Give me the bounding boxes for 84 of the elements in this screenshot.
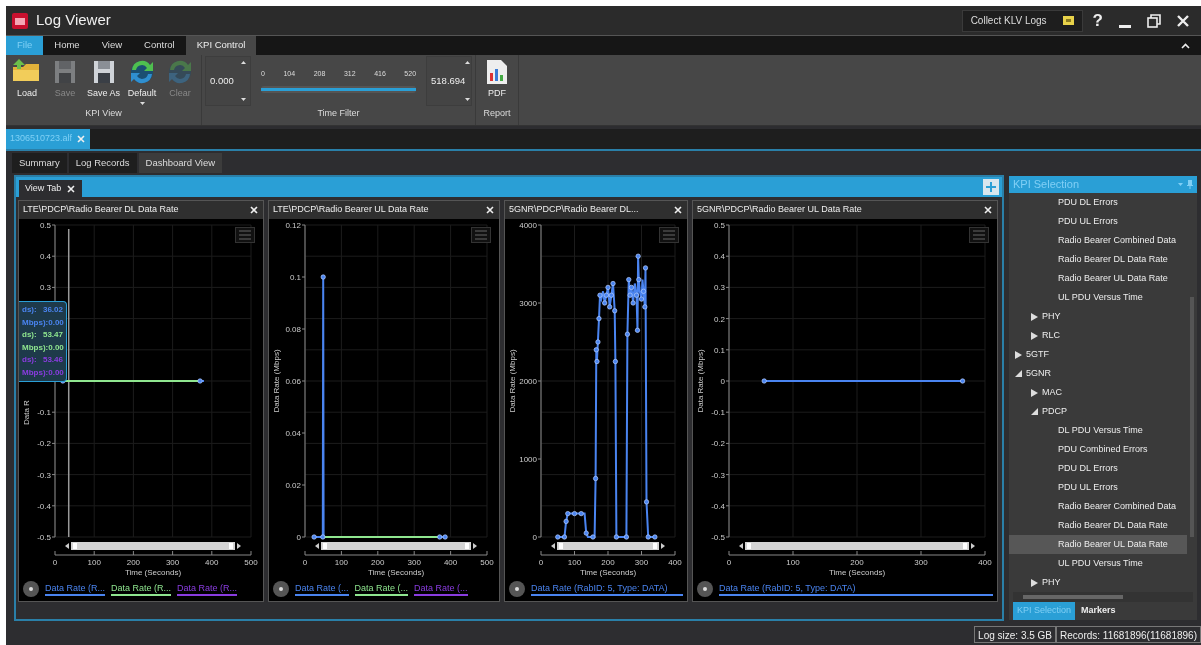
tooltip-label: Mbps): (22, 316, 49, 329)
axis-tick-label: 0 (302, 558, 308, 567)
axis-tick-label: 400 (668, 558, 682, 567)
axis-title: Time (Seconds) (124, 568, 182, 577)
axis-title: Time (Seconds) (579, 568, 637, 577)
tooltip-label: ds): (22, 304, 37, 316)
group-label: Report (482, 107, 512, 121)
axis-tick-label: 300 (407, 558, 421, 567)
axis-tick-label: 200 (601, 558, 615, 567)
axis-tick-label: 100 (87, 558, 101, 567)
tooltip-value: 0.00 (48, 316, 64, 329)
axis-tick-label: -0.1 (711, 408, 725, 418)
tooltip-value: 36.02 (42, 304, 63, 316)
axis-tick-label: 300 (165, 558, 180, 567)
axis-tick-label: 4000 (519, 221, 537, 230)
axis-tick-label: 0.4 (39, 252, 51, 262)
axis-tick-label: 0.3 (713, 283, 725, 293)
axis-tick-label: 0.04 (285, 429, 301, 438)
chart-title: 5GNR\PDCP\Radio Bearer UL Data Rate (697, 203, 862, 217)
axis-tick-label: 0.2 (713, 314, 725, 324)
axis-title: Data R (22, 400, 31, 425)
axis-tick-label: 0 (538, 558, 544, 567)
axis-tick-label: 300 (914, 558, 928, 567)
chart-title: LTE\PDCP\Radio Bearer UL Data Rate (273, 203, 429, 217)
axis-tick-label: 0.1 (289, 273, 301, 282)
axis-title: Data Rate (Mbps) (272, 349, 281, 413)
tooltip-label: Mbps): (22, 366, 49, 379)
axis-tick-label: 2000 (519, 377, 537, 386)
axis-tick-label: 400 (978, 558, 992, 567)
axis-tick-label: -0.2 (37, 439, 51, 449)
axis-tick-label: 0 (532, 533, 537, 542)
axis-tick-label: 500 (480, 558, 494, 567)
axis-tick-label: -0.1 (37, 408, 51, 418)
axis-tick-label: 200 (850, 558, 864, 567)
axis-tick-label: 0.5 (713, 221, 725, 230)
axis-tick-label: -0.4 (37, 501, 51, 511)
axis-tick-label: 0 (296, 533, 301, 542)
axis-title: Data Rate (Mbps) (696, 349, 705, 413)
axis-tick-label: -0.5 (37, 533, 51, 542)
tooltip-value: 53.47 (42, 329, 63, 341)
axis-tick-label: 0.08 (285, 325, 301, 334)
axis-tick-label: 100 (786, 558, 800, 567)
axis-tick-label: 0.3 (39, 283, 51, 293)
axis-tick-label: 200 (126, 558, 141, 567)
axis-title: Data Rate (Mbps) (508, 349, 517, 413)
axis-tick-label: -0.4 (711, 501, 725, 511)
status-text: Log size: 3.5 GB (974, 626, 1057, 643)
axis-tick-label: -0.3 (711, 470, 725, 480)
axis-tick-label: -0.5 (711, 533, 725, 542)
axis-tick-label: 100 (567, 558, 582, 567)
group-label: KPI View (84, 107, 123, 121)
axis-tick-label: 200 (371, 558, 385, 567)
tooltip-value: 53.46 (42, 354, 63, 366)
axis-tick-label: 300 (634, 558, 649, 567)
axis-tick-label: 400 (205, 558, 219, 567)
group-label: Time Filter (316, 107, 361, 121)
panel-title: KPI Selection (1013, 177, 1080, 193)
axis-tick-label: 100 (334, 558, 349, 567)
axis-tick-label: 0 (720, 377, 725, 386)
axis-tick-label: 1000 (519, 455, 537, 464)
axis-tick-label: 0.1 (713, 345, 725, 355)
axis-tick-label: 0 (52, 558, 58, 567)
axis-title: Time (Seconds) (367, 568, 425, 577)
axis-tick-label: 3000 (519, 299, 537, 308)
chart-title: LTE\PDCP\Radio Bearer DL Data Rate (23, 203, 179, 217)
window-title: Log Viewer (36, 10, 111, 31)
axis-tick-label: -0.2 (711, 439, 725, 449)
axis-tick-label: 0 (726, 558, 732, 567)
tooltip-label: Mbps): (22, 341, 49, 354)
status-text: Records: 11681896(11681896) (1056, 626, 1201, 643)
axis-tick-label: 0.12 (285, 221, 301, 230)
axis-tick-label: 0.4 (713, 252, 725, 262)
axis-tick-label: 0.02 (285, 481, 301, 490)
axis-tick-label: 0.5 (39, 221, 51, 230)
tooltip-value: 0.00 (48, 341, 64, 354)
axis-tick-label: 0.06 (285, 377, 301, 386)
tooltip-label: ds): (22, 354, 37, 366)
axis-title: Time (Seconds) (828, 568, 886, 577)
axis-tick-label: -0.3 (37, 470, 51, 480)
axis-tick-label: 400 (443, 558, 458, 567)
axis-tick-label: 500 (244, 558, 258, 567)
tooltip-value: 0.00 (48, 366, 64, 379)
chart-title: 5GNR\PDCP\Radio Bearer DL... (509, 203, 639, 217)
tooltip-label: ds): (22, 329, 37, 341)
